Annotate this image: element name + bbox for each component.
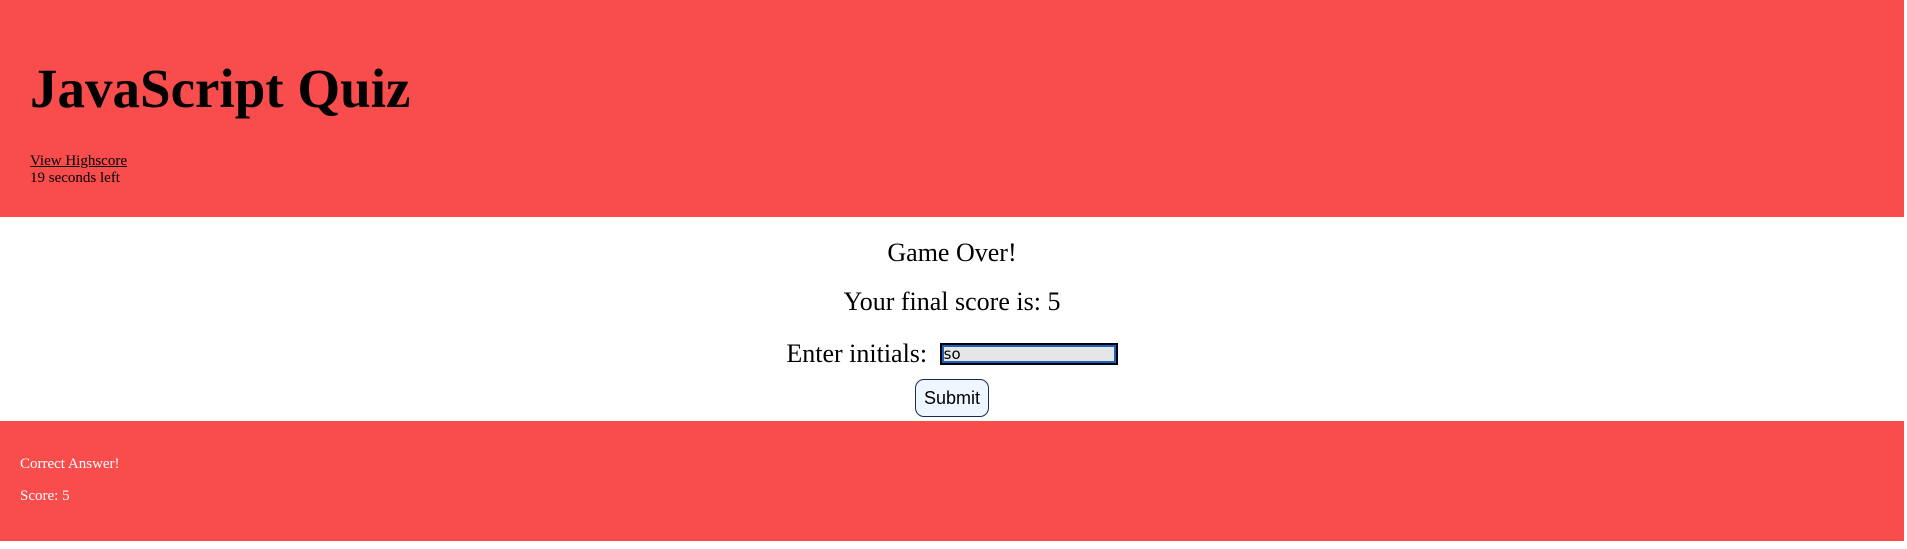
game-over-panel: Game Over! Your final score is: 5 Enter …	[0, 217, 1904, 421]
view-highscore-link[interactable]: View Highscore	[30, 153, 127, 170]
footer-banner: Correct Answer! Score: 5	[0, 421, 1904, 541]
answer-feedback-text: Correct Answer!	[20, 456, 120, 472]
footer-score-text: Score: 5	[20, 488, 70, 504]
header-banner: JavaScript Quiz View Highscore 19 second…	[0, 0, 1904, 217]
initials-label: Enter initials:	[786, 339, 928, 369]
game-over-heading: Game Over!	[887, 238, 1017, 267]
submit-row: Submit	[0, 379, 1904, 417]
initials-row: Enter initials:	[0, 337, 1904, 369]
timer-text: 19 seconds left	[30, 170, 120, 186]
submit-button[interactable]: Submit	[915, 379, 989, 417]
final-score-text: Your final score is: 5	[843, 287, 1061, 316]
page-title: JavaScript Quiz	[30, 58, 411, 119]
initials-input[interactable]	[939, 343, 1118, 366]
